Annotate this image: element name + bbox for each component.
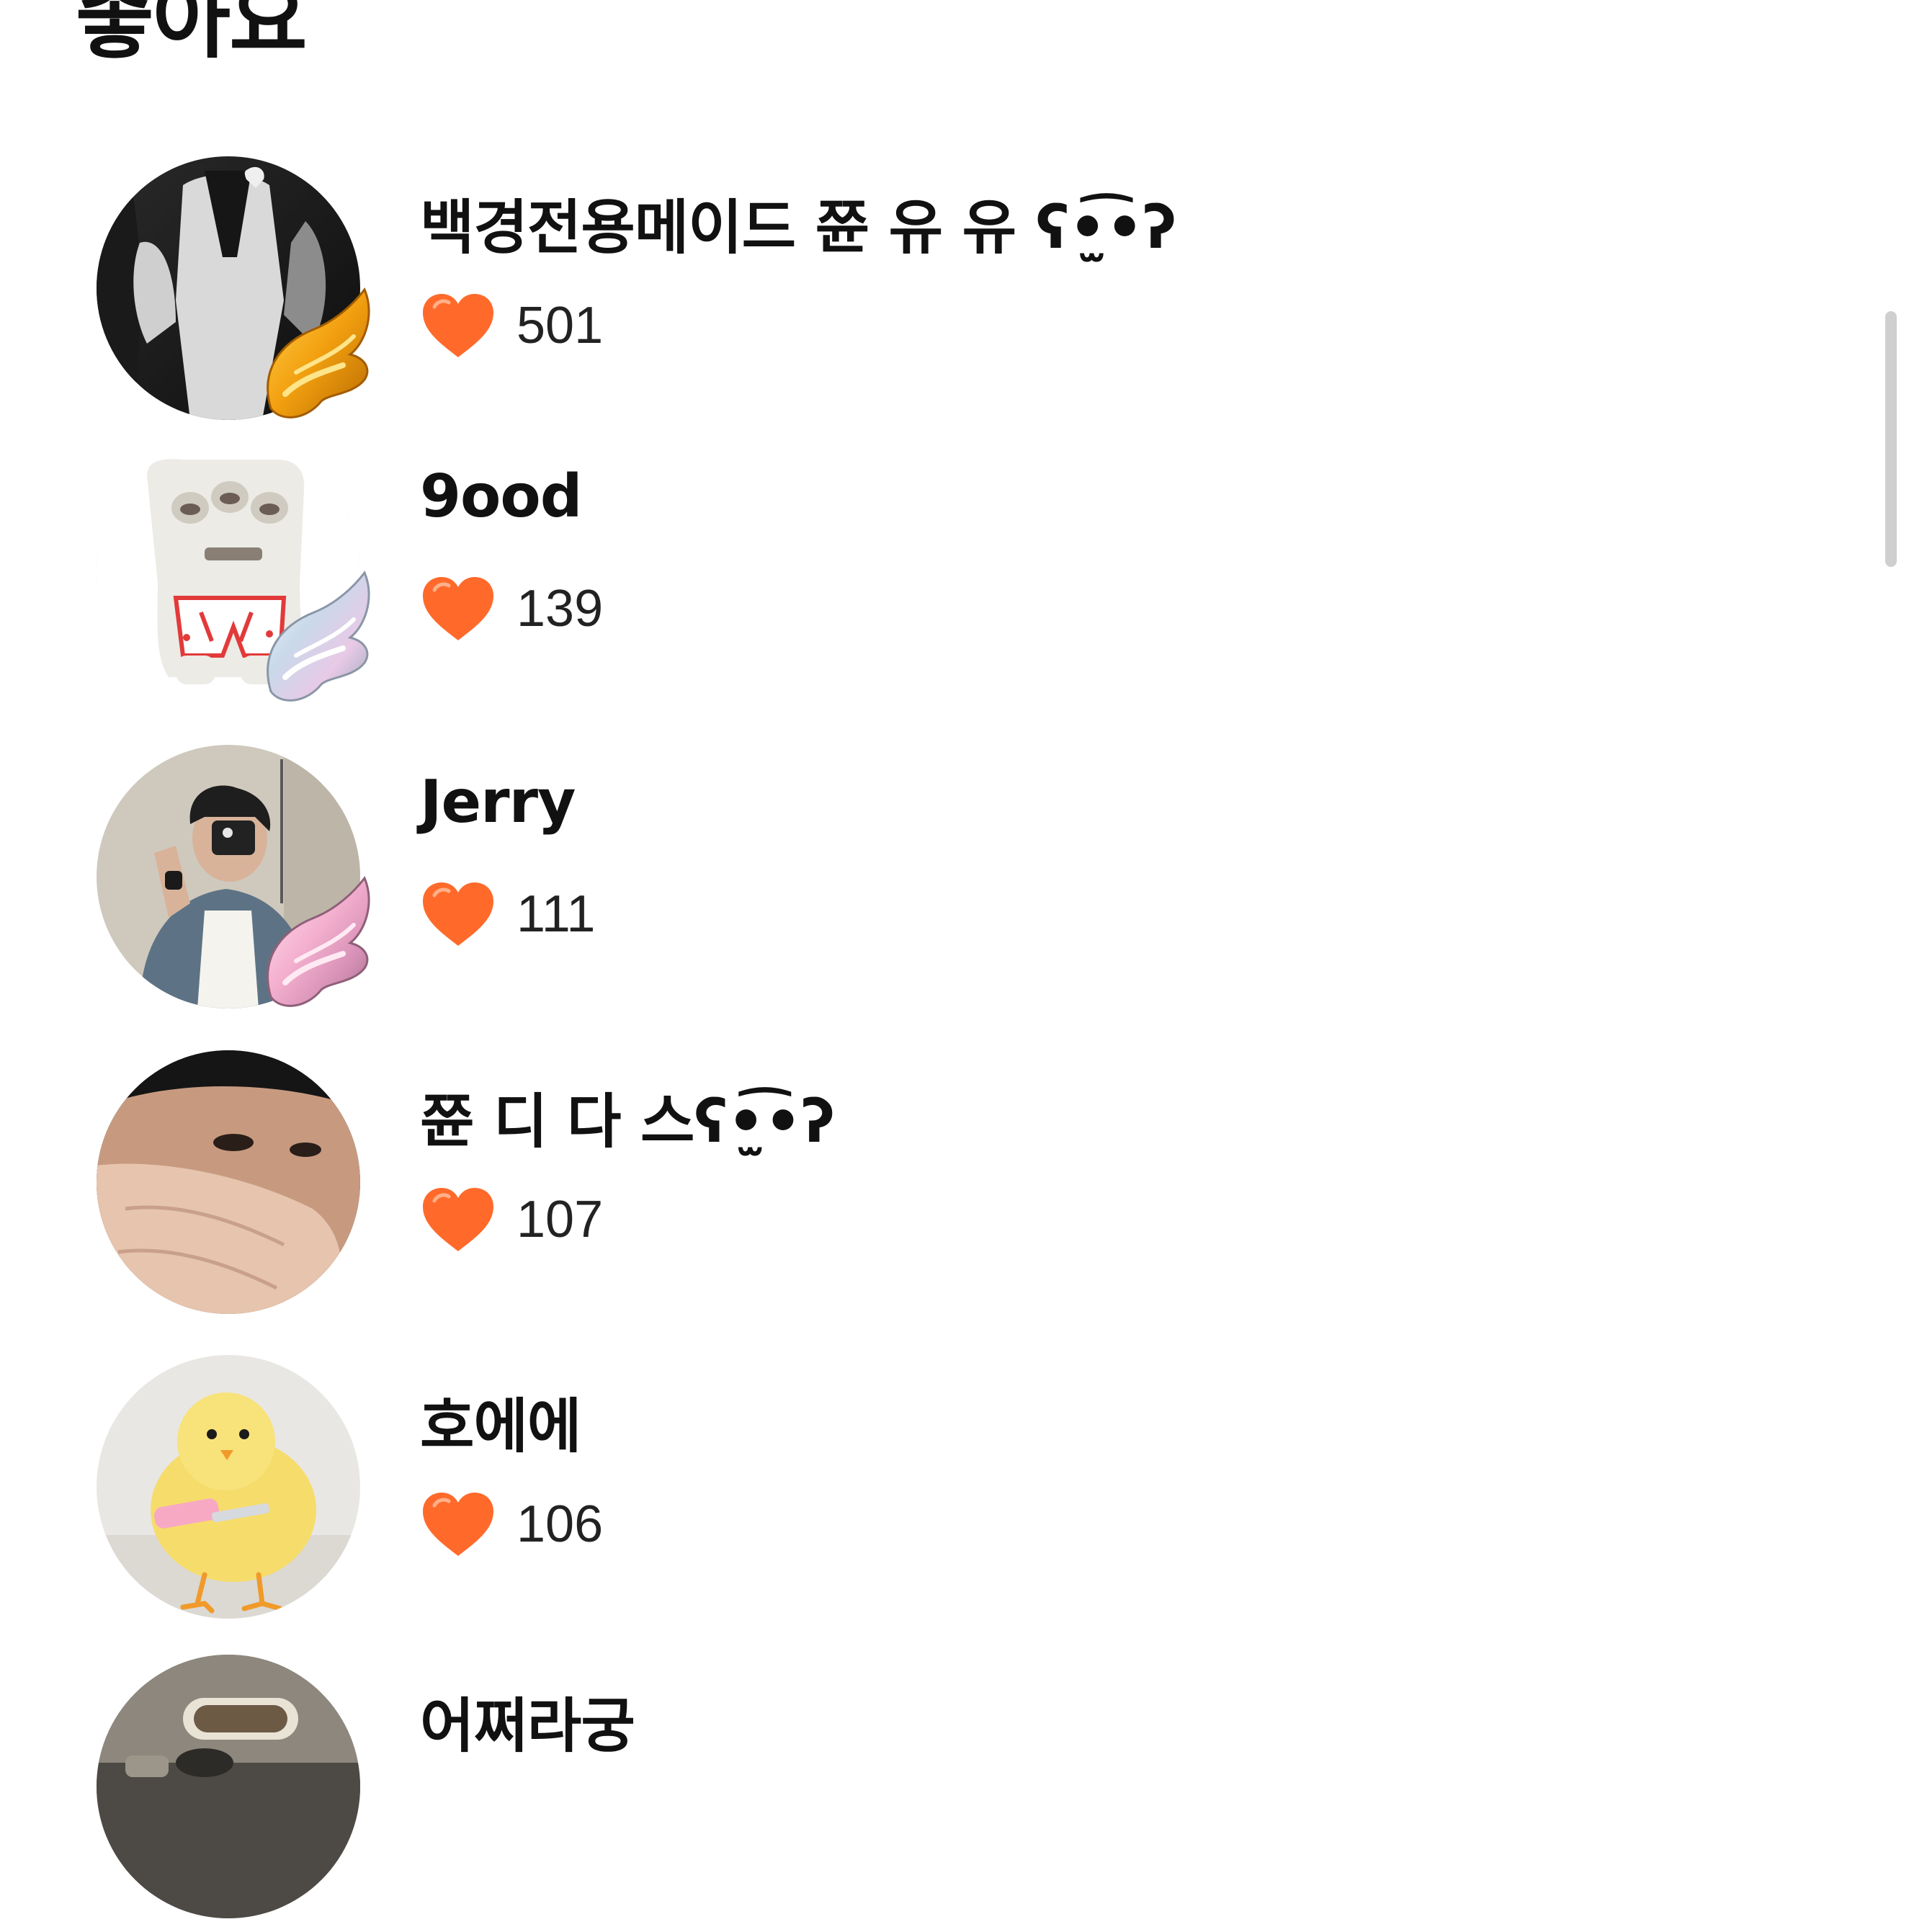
avatar[interactable]	[97, 1050, 374, 1328]
like-count: 107	[517, 1191, 604, 1248]
heart-icon	[420, 1185, 496, 1254]
like-count-row: 501	[420, 290, 603, 362]
silver-wing-badge	[256, 569, 379, 706]
heart-icon	[420, 1490, 496, 1559]
list-item[interactable]: Jerry 111	[94, 745, 1787, 1019]
like-list: 백경전용메이드 쮼 유 유 ʕ•̫͡•ʔ 501 9ood 139 Jerry …	[0, 0, 1873, 1918]
like-count: 501	[517, 297, 604, 354]
user-name[interactable]: 백경전용메이드 쮼 유 유 ʕ•̫͡•ʔ	[420, 179, 1176, 265]
like-count-row: 111	[420, 878, 595, 950]
like-count-row: 139	[420, 573, 603, 645]
heart-icon	[420, 574, 496, 643]
heart-icon	[420, 291, 496, 360]
like-count: 139	[517, 580, 604, 638]
like-count-row: 107	[420, 1184, 603, 1256]
scrollbar-thumb[interactable]	[1885, 311, 1897, 567]
avatar[interactable]	[97, 1355, 374, 1632]
list-item[interactable]: 호에에 106	[94, 1355, 1787, 1629]
pink-wing-badge	[256, 875, 379, 1011]
like-count-row: 106	[420, 1488, 603, 1560]
heart-icon	[420, 880, 496, 949]
list-item[interactable]: 백경전용메이드 쮼 유 유 ʕ•̫͡•ʔ 501	[94, 156, 1787, 430]
avatar[interactable]	[97, 439, 374, 717]
avatar[interactable]	[97, 156, 374, 434]
list-item[interactable]: 어쩌라궁	[94, 1655, 1787, 1928]
user-name[interactable]: 어쩌라궁	[420, 1678, 635, 1763]
user-name[interactable]: 9ood	[420, 462, 582, 531]
user-name[interactable]: 쮼 디 다 스ʕ•̫͡•ʔ	[420, 1073, 835, 1159]
user-name[interactable]: 호에에	[420, 1378, 581, 1464]
like-count: 106	[517, 1495, 604, 1553]
face-closeup-avatar	[97, 1050, 360, 1314]
list-item[interactable]: 9ood 139	[94, 439, 1787, 713]
room-avatar	[97, 1655, 360, 1918]
like-count: 111	[517, 885, 596, 943]
avatar[interactable]	[97, 745, 374, 1022]
chick-avatar	[97, 1355, 360, 1619]
user-name[interactable]: Jerry	[420, 768, 576, 836]
avatar[interactable]	[97, 1655, 374, 1932]
list-item[interactable]: 쮼 디 다 스ʕ•̫͡•ʔ 107	[94, 1050, 1787, 1324]
gold-wing-badge	[256, 286, 379, 423]
